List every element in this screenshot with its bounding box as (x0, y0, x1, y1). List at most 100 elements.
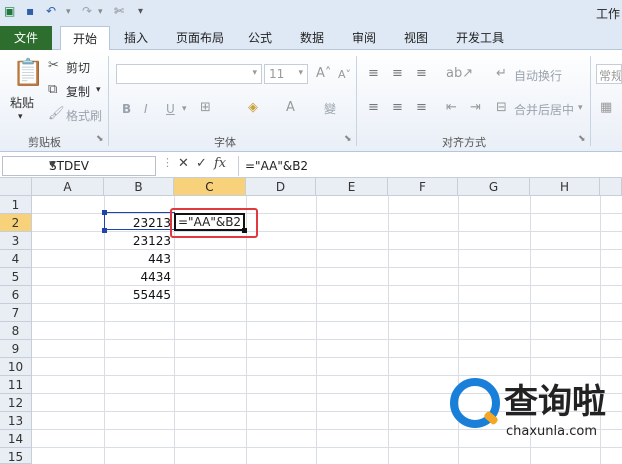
fill-color-icon[interactable]: ◈ (248, 100, 258, 115)
undo-dropdown-icon[interactable]: ▾ (66, 7, 71, 17)
row-header-7[interactable]: 7 (0, 304, 32, 322)
font-launcher-icon[interactable]: ⬊ (344, 134, 352, 144)
clipboard-launcher-icon[interactable]: ⬊ (96, 134, 104, 144)
tab-home[interactable]: 开始 (60, 26, 110, 51)
tab-view[interactable]: 视图 (396, 26, 436, 50)
column-header-d[interactable]: D (246, 178, 316, 196)
row-header-11[interactable]: 11 (0, 376, 32, 394)
font-size-combo[interactable]: 11 ▾ (264, 64, 308, 84)
font-group-label: 字体 (214, 136, 236, 149)
paste-button[interactable]: 粘贴 (10, 94, 34, 111)
paste-icon[interactable]: 📋 (12, 58, 44, 88)
formula-bar-resize-icon[interactable]: ⋮ (162, 156, 173, 169)
cut-button[interactable]: 剪切 (66, 59, 90, 76)
tab-developer[interactable]: 开发工具 (448, 26, 512, 50)
align-center-icon[interactable]: ≡ (392, 100, 403, 115)
column-header-f[interactable]: F (388, 178, 458, 196)
row-header-9[interactable]: 9 (0, 340, 32, 358)
align-right-icon[interactable]: ≡ (416, 100, 427, 115)
orientation-icon[interactable]: ab↗ (446, 66, 473, 81)
format-painter-button[interactable]: 格式刷 (66, 107, 102, 124)
row-header-8[interactable]: 8 (0, 322, 32, 340)
phonetic-button[interactable]: 變 (324, 100, 336, 117)
row-header-12[interactable]: 12 (0, 394, 32, 412)
shrink-font-icon[interactable]: A˅ (338, 68, 351, 81)
decrease-indent-icon[interactable]: ⇤ (446, 100, 457, 115)
tab-file[interactable]: 文件 (0, 26, 52, 50)
name-box-dropdown-icon[interactable]: ▼ (49, 160, 151, 170)
column-header-e[interactable]: E (316, 178, 388, 196)
row-header-5[interactable]: 5 (0, 268, 32, 286)
align-middle-icon[interactable]: ≡ (392, 66, 403, 81)
align-top-icon[interactable]: ≡ (368, 66, 379, 81)
tab-page-layout[interactable]: 页面布局 (168, 26, 232, 50)
font-name-combo[interactable]: ▾ (116, 64, 262, 84)
merge-center-icon[interactable]: ⊟ (496, 100, 507, 115)
column-header-b[interactable]: B (104, 178, 174, 196)
underline-button[interactable]: U (166, 102, 175, 116)
currency-icon[interactable]: ▦ (600, 100, 612, 115)
number-format-combo[interactable]: 常规 (596, 64, 622, 84)
redo-dropdown-icon[interactable]: ▾ (98, 7, 103, 17)
redo-icon[interactable]: ↷ (82, 4, 92, 18)
wrap-text-button[interactable]: 自动换行 (514, 67, 562, 84)
tab-review[interactable]: 审阅 (344, 26, 384, 50)
grow-font-icon[interactable]: A˄ (316, 66, 331, 81)
align-left-icon[interactable]: ≡ (368, 100, 379, 115)
tab-formulas[interactable]: 公式 (240, 26, 280, 50)
merge-center-button[interactable]: 合并后居中 (514, 101, 574, 118)
row-header-13[interactable]: 13 (0, 412, 32, 430)
reference-handle[interactable] (102, 228, 107, 233)
row-header-4[interactable]: 4 (0, 250, 32, 268)
row-header-3[interactable]: 3 (0, 232, 32, 250)
tab-insert[interactable]: 插入 (114, 26, 158, 50)
column-header-h[interactable]: H (530, 178, 600, 196)
cancel-icon[interactable]: ✕ (178, 156, 189, 171)
border-icon[interactable]: ⊞ (200, 100, 211, 115)
bold-button[interactable]: B (122, 102, 131, 116)
copy-icon[interactable]: ⧉ (48, 82, 57, 97)
row-header-1[interactable]: 1 (0, 196, 32, 214)
undo-icon[interactable]: ↶ (46, 4, 56, 18)
select-all-button[interactable] (0, 178, 32, 196)
alignment-launcher-icon[interactable]: ⬊ (578, 134, 586, 144)
underline-dropdown-icon[interactable]: ▾ (182, 104, 187, 114)
tools-icon[interactable]: ✄ (114, 4, 124, 18)
cell-b3[interactable]: 23123 (104, 232, 174, 250)
insert-function-button[interactable]: fx (214, 156, 226, 171)
customize-icon[interactable]: ▾ (138, 6, 143, 17)
increase-indent-icon[interactable]: ⇥ (470, 100, 481, 115)
cell-b4[interactable]: 443 (104, 250, 174, 268)
formula-input[interactable]: ="AA"&B2 (238, 156, 622, 176)
copy-button[interactable]: 复制 (66, 83, 90, 100)
column-header-c[interactable]: C (174, 178, 246, 196)
name-box[interactable]: STDEV ▼ (2, 156, 156, 176)
number-format-value: 常规 (599, 69, 622, 83)
row-header-6[interactable]: 6 (0, 286, 32, 304)
copy-dropdown-icon[interactable]: ▾ (96, 85, 101, 95)
wrap-text-icon[interactable]: ↵ (496, 66, 507, 81)
reference-border-b2 (104, 212, 175, 230)
alignment-group-label: 对齐方式 (442, 136, 486, 149)
row-header-2[interactable]: 2 (0, 214, 32, 232)
format-painter-icon[interactable]: 🖌 (48, 106, 65, 121)
column-header-a[interactable]: A (32, 178, 104, 196)
italic-button[interactable]: I (144, 102, 148, 116)
cut-icon[interactable]: ✂ (48, 58, 59, 73)
column-header-partial[interactable] (600, 178, 622, 196)
paste-dropdown-icon[interactable]: ▾ (18, 112, 23, 122)
row-header-10[interactable]: 10 (0, 358, 32, 376)
save-icon[interactable]: ▪ (26, 4, 34, 18)
cell-b6[interactable]: 55445 (104, 286, 174, 304)
column-header-g[interactable]: G (458, 178, 530, 196)
tab-data[interactable]: 数据 (292, 26, 332, 50)
merge-dropdown-icon[interactable]: ▾ (578, 103, 583, 113)
align-bottom-icon[interactable]: ≡ (416, 66, 427, 81)
watermark-url: chaxunla.com (506, 424, 597, 439)
font-color-icon[interactable]: A (286, 100, 295, 115)
cell-b5[interactable]: 4434 (104, 268, 174, 286)
enter-icon[interactable]: ✓ (196, 156, 207, 171)
row-header-14[interactable]: 14 (0, 430, 32, 448)
row-header-15[interactable]: 15 (0, 448, 32, 464)
reference-handle[interactable] (102, 210, 107, 215)
